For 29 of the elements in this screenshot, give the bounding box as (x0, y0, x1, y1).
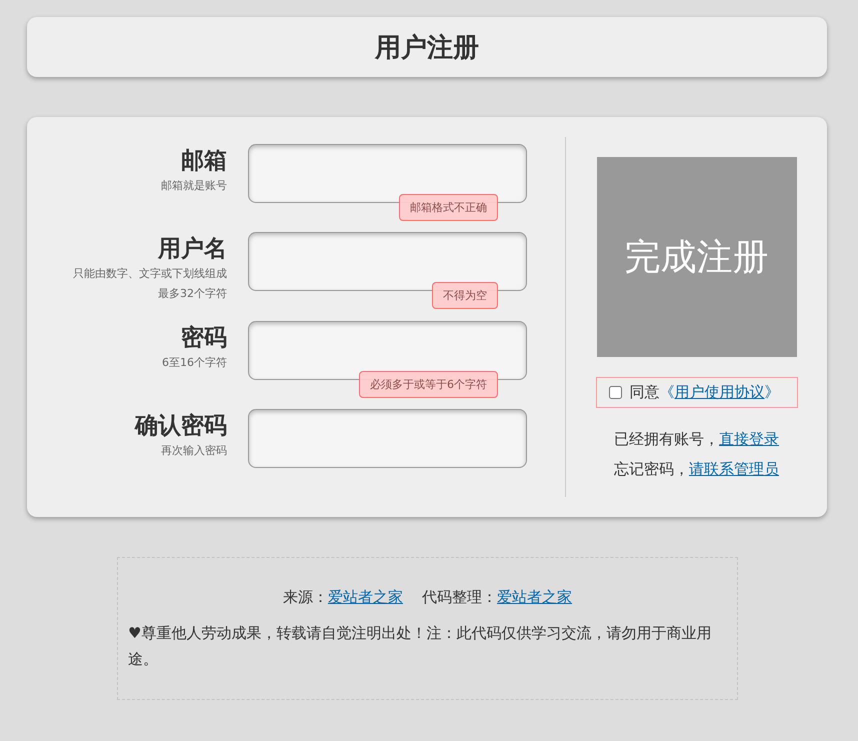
help-link[interactable]: 直接登录 (719, 430, 779, 448)
input-field[interactable] (248, 408, 527, 468)
field-label: 用户名 (158, 235, 227, 264)
field-hint: 最多32个字符 (158, 286, 227, 302)
field-label: 密码 (181, 324, 227, 352)
source-link[interactable]: 爱站者之家 (497, 588, 572, 606)
input-field[interactable] (248, 144, 527, 203)
input-field[interactable] (248, 320, 527, 380)
field-label: 确认密码 (135, 412, 227, 441)
agree-checkbox[interactable] (608, 386, 622, 399)
copyright-notice: ♥尊重他人劳动成果，转载请自觉注明出处！注：此代码仅供学习交流，请勿用于商业用途。 (128, 623, 712, 670)
account-help-text: 忘记密码，请联系管理员 (614, 459, 779, 480)
account-help-text: 已经拥有账号，直接登录 (614, 429, 779, 450)
agree-text: 同意《用户使用协议》 (630, 383, 780, 402)
input-field[interactable] (248, 232, 527, 292)
submit-button[interactable]: 完成注册 (596, 157, 796, 357)
error-tooltip: 不得为空 (432, 282, 498, 310)
field-label: 邮箱 (181, 147, 227, 176)
error-tooltip: 必须多于或等于6个字符 (359, 370, 498, 398)
agreement-link[interactable]: 用户使用协议 (674, 383, 764, 401)
field-hint: 6至16个字符 (162, 354, 227, 370)
field-hint: 邮箱就是账号 (161, 178, 227, 194)
source-link[interactable]: 爱站者之家 (328, 588, 403, 606)
source-credits: 来源：爱站者之家 代码整理：爱站者之家 (282, 587, 572, 608)
help-link[interactable]: 请联系管理员 (689, 460, 779, 478)
page-title: 用户注册 (375, 32, 479, 64)
field-hint: 再次输入密码 (161, 442, 227, 459)
field-hint: 只能由数字、文字或下划线组成 (73, 266, 227, 282)
error-tooltip: 邮箱格式不正确 (399, 194, 498, 221)
